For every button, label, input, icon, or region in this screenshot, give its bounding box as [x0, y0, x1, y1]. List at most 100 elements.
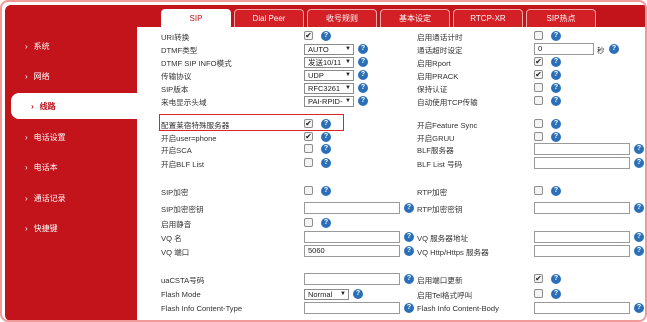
setting-label: Flash Info Content-Body [417, 304, 499, 313]
tab-4[interactable]: RTCP-XR [453, 9, 523, 27]
help-icon[interactable]: ? [404, 274, 414, 284]
help-icon[interactable]: ? [358, 83, 368, 93]
dropdown-select[interactable]: Normal ▼ [304, 289, 349, 300]
checkbox[interactable] [534, 132, 543, 141]
setting-label: 启用端口更新 [417, 276, 463, 285]
help-icon[interactable]: ? [321, 144, 331, 154]
checkbox[interactable] [304, 218, 313, 227]
checkbox[interactable] [304, 158, 313, 167]
sidebar-item-0[interactable]: › 系统 [5, 33, 137, 59]
setting-label: RTP加密密钥 [417, 205, 463, 214]
checkbox[interactable] [534, 289, 543, 298]
sidebar-item-4[interactable]: › 电话本 [5, 154, 137, 180]
help-icon[interactable]: ? [551, 289, 561, 299]
sip-settings-panel: URI转换 ✔? DTMF类型 AUTO ▼? DTMF SIP INFO模式 发送10/1… [137, 27, 645, 320]
tab-0[interactable]: SIP [161, 9, 231, 27]
sidebar-item-3[interactable]: › 电话设置 [5, 124, 137, 150]
help-icon[interactable]: ? [404, 232, 414, 242]
sidebar-item-6[interactable]: › 快捷键 [5, 215, 137, 241]
help-icon[interactable]: ? [634, 158, 644, 168]
help-icon[interactable]: ? [634, 303, 644, 313]
select-value: Normal [308, 290, 333, 299]
dropdown-select[interactable]: AUTO ▼ [304, 44, 354, 55]
help-icon[interactable]: ? [551, 31, 561, 41]
checkbox[interactable]: ✔ [304, 119, 313, 128]
sidebar-item-label: 线路 [39, 101, 56, 111]
help-icon[interactable]: ? [609, 44, 619, 54]
checkbox[interactable] [534, 31, 543, 40]
checkbox[interactable] [534, 96, 543, 105]
help-icon[interactable]: ? [321, 158, 331, 168]
checkbox[interactable] [534, 186, 543, 195]
sidebar-item-1[interactable]: › 网络 [5, 63, 137, 89]
sidebar-item-label: 网络 [33, 71, 50, 81]
help-icon[interactable]: ? [551, 186, 561, 196]
help-icon[interactable]: ? [551, 57, 561, 67]
help-icon[interactable]: ? [634, 232, 644, 242]
checkbox[interactable] [534, 119, 543, 128]
help-icon[interactable]: ? [321, 132, 331, 142]
checkbox[interactable]: ✔ [534, 57, 543, 66]
dropdown-select[interactable]: RFC3261 ▼ [304, 83, 354, 94]
text-input[interactable] [304, 302, 400, 314]
setting-label: 启用Rport [417, 59, 451, 68]
help-icon[interactable]: ? [358, 96, 368, 106]
text-input[interactable] [304, 273, 400, 285]
chevron-down-icon: ▼ [345, 98, 351, 104]
tab-1[interactable]: Dial Peer [234, 9, 304, 27]
help-icon[interactable]: ? [634, 246, 644, 256]
help-icon[interactable]: ? [321, 31, 331, 41]
help-icon[interactable]: ? [358, 44, 368, 54]
setting-label: SIP版本 [161, 85, 189, 94]
help-icon[interactable]: ? [551, 96, 561, 106]
text-input[interactable]: 5060 [304, 245, 400, 257]
help-icon[interactable]: ? [321, 218, 331, 228]
help-icon[interactable]: ? [358, 70, 368, 80]
help-icon[interactable]: ? [551, 83, 561, 93]
help-icon[interactable]: ? [358, 57, 368, 67]
help-icon[interactable]: ? [634, 144, 644, 154]
help-icon[interactable]: ? [551, 119, 561, 129]
tab-5[interactable]: SIP热点 [526, 9, 596, 27]
checkbox[interactable] [304, 186, 313, 195]
sidebar-item-label: 通话记录 [33, 193, 66, 203]
text-input[interactable] [534, 202, 630, 214]
dropdown-select[interactable]: PAI-RPID- ▼ [304, 96, 354, 107]
sidebar-item-label: 电话本 [33, 162, 58, 172]
checkbox[interactable]: ✔ [304, 31, 313, 40]
help-icon[interactable]: ? [551, 70, 561, 80]
text-input[interactable] [534, 302, 630, 314]
text-input[interactable] [534, 157, 630, 169]
help-icon[interactable]: ? [321, 186, 331, 196]
dropdown-select[interactable]: 发送10/11 ▼ [304, 57, 354, 68]
chevron-right-icon: › [25, 162, 28, 172]
help-icon[interactable]: ? [551, 274, 561, 284]
checkbox[interactable]: ✔ [534, 274, 543, 283]
help-icon[interactable]: ? [404, 246, 414, 256]
text-input[interactable] [304, 231, 400, 243]
setting-label: BLF List 号码 [417, 160, 463, 169]
dropdown-select[interactable]: UDP ▼ [304, 70, 354, 81]
checkbox[interactable] [304, 144, 313, 153]
help-icon[interactable]: ? [404, 203, 414, 213]
text-input[interactable]: 0 [534, 43, 594, 55]
sidebar: › 系统 › 网络 › 线路 › 电话设置 › 电话本 › 通话记录 › 快捷键 [5, 5, 141, 320]
text-input[interactable] [534, 231, 630, 243]
help-icon[interactable]: ? [634, 203, 644, 213]
checkbox[interactable]: ✔ [304, 132, 313, 141]
sidebar-item-2[interactable]: › 线路 [11, 93, 141, 119]
help-icon[interactable]: ? [321, 119, 331, 129]
text-input[interactable] [304, 202, 400, 214]
select-value: AUTO [308, 45, 329, 54]
select-value: RFC3261 [308, 84, 341, 93]
checkbox[interactable]: ✔ [534, 70, 543, 79]
help-icon[interactable]: ? [353, 289, 363, 299]
checkbox[interactable] [534, 83, 543, 92]
help-icon[interactable]: ? [551, 132, 561, 142]
help-icon[interactable]: ? [404, 303, 414, 313]
sidebar-item-5[interactable]: › 通话记录 [5, 185, 137, 211]
tab-2[interactable]: 收号规则 [307, 9, 377, 27]
text-input[interactable] [534, 143, 630, 155]
tab-3[interactable]: 基本设定 [380, 9, 450, 27]
text-input[interactable] [534, 245, 630, 257]
